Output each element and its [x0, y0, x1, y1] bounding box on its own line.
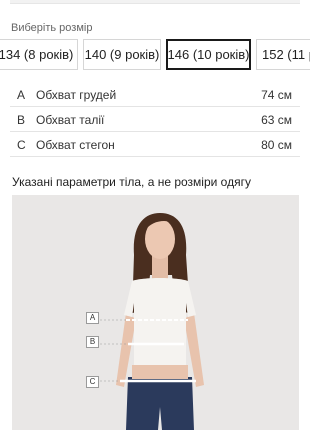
measurement-value: 74 см: [261, 88, 292, 102]
measurement-row-a: A Обхват грудей 74 см: [10, 82, 300, 107]
top-divider: [10, 0, 300, 4]
measurement-letter: A: [17, 88, 26, 102]
size-option-134[interactable]: 134 (8 років): [0, 39, 78, 70]
body-params-note: Указані параметри тіла, а не розміри одя…: [12, 175, 251, 189]
measurement-row-b: B Обхват талії 63 см: [10, 107, 300, 132]
measurement-row-c: C Обхват стегон 80 см: [10, 132, 300, 157]
measurements-table: A Обхват грудей 74 см B Обхват талії 63 …: [10, 82, 300, 157]
model-illustration: [12, 195, 299, 430]
model-photo: A B C: [12, 195, 299, 430]
measurement-letter: C: [17, 138, 26, 152]
measurement-name: Обхват грудей: [36, 88, 117, 102]
size-option-152[interactable]: 152 (11 років): [256, 39, 310, 70]
marker-a: A: [86, 312, 99, 324]
measurement-letter: B: [17, 113, 26, 127]
measurement-value: 80 см: [261, 138, 292, 152]
size-selector: 134 (8 років) 140 (9 років) 146 (10 рокі…: [0, 39, 310, 71]
size-section-label: Виберіть розмір: [11, 22, 93, 34]
top-strip: [0, 0, 310, 5]
measurement-name: Обхват талії: [36, 113, 105, 127]
measurement-value: 63 см: [261, 113, 292, 127]
measurement-name: Обхват стегон: [36, 138, 115, 152]
size-option-140[interactable]: 140 (9 років): [83, 39, 161, 70]
marker-b: B: [86, 336, 99, 348]
marker-c: C: [86, 376, 99, 388]
size-option-146[interactable]: 146 (10 років): [166, 39, 251, 70]
